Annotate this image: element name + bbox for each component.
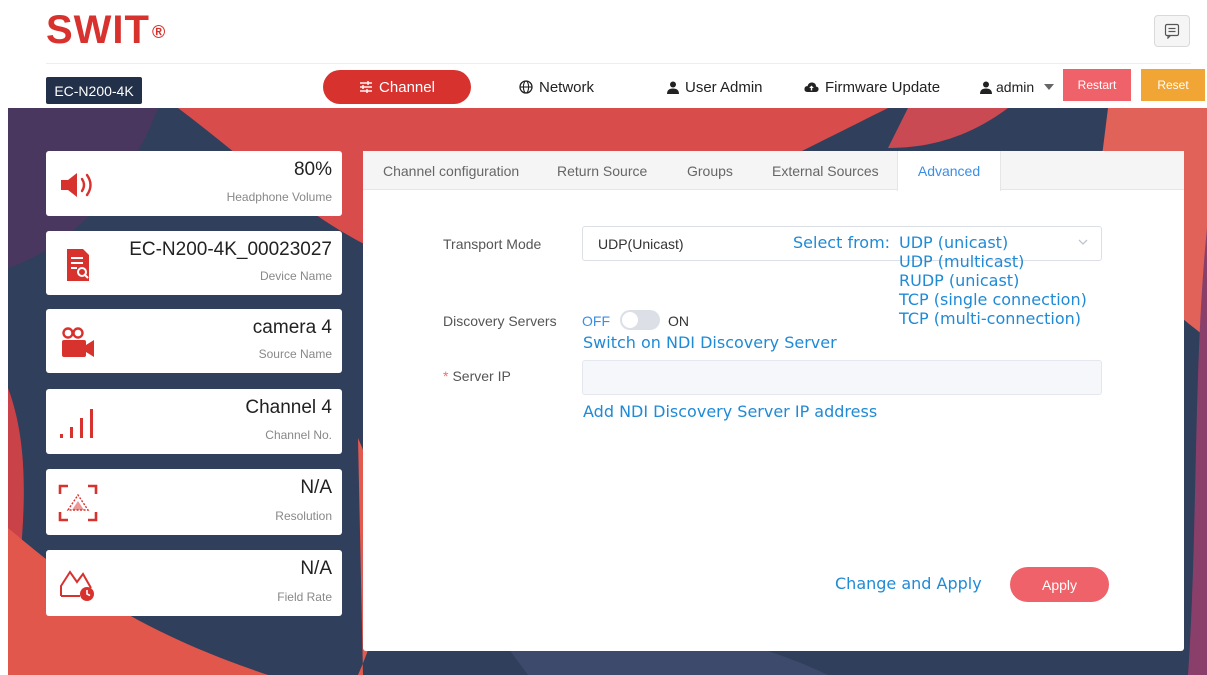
resolution-value: N/A <box>300 477 332 498</box>
logo-text: SWIT <box>46 8 150 52</box>
option-annotation: RUDP (unicast) <box>899 271 1020 290</box>
swit-logo: SWIT ® <box>46 8 166 53</box>
nav-firmware-update[interactable]: Firmware Update <box>804 70 940 104</box>
signal-icon <box>56 403 100 443</box>
admin-dropdown[interactable]: admin <box>980 70 1055 104</box>
settings-panel: Channel configuration Return Source Grou… <box>363 151 1184 651</box>
resolution-icon <box>56 483 100 523</box>
server-ip-label: * Server IP <box>443 368 511 384</box>
camera-icon <box>56 323 100 363</box>
device-model-badge: EC-N200-4K <box>46 77 142 104</box>
select-from-annotation: Select from: <box>793 233 891 252</box>
device-name-card: EC-N200-4K_00023027 Device Name <box>46 231 342 295</box>
sliders-icon <box>360 81 373 93</box>
nav-network-label: Network <box>539 78 595 96</box>
tab-advanced[interactable]: Advanced <box>897 151 1001 191</box>
headphone-volume-value: 80% <box>293 159 332 180</box>
reset-button[interactable]: Reset <box>1141 69 1205 101</box>
add-ip-annotation: Add NDI Discovery Server IP address <box>583 402 878 421</box>
discovery-servers-label: Discovery Servers <box>443 313 557 329</box>
nav-channel-label: Channel <box>379 78 435 96</box>
message-icon <box>1164 23 1180 39</box>
discovery-servers-toggle[interactable] <box>620 310 660 330</box>
tab-channel-configuration[interactable]: Channel configuration <box>383 151 519 190</box>
field-rate-value: N/A <box>300 558 332 579</box>
headphone-volume-card: 80% Headphone Volume <box>46 151 342 216</box>
channel-number-value: Channel 4 <box>245 397 332 418</box>
admin-label: admin <box>996 79 1035 95</box>
field-rate-card: N/A Field Rate <box>46 550 342 616</box>
option-annotation: TCP (multi-connection) <box>899 309 1082 328</box>
device-name-label: Device Name <box>259 269 332 283</box>
transport-mode-value: UDP(Unicast) <box>598 236 684 252</box>
source-name-card: camera 4 Source Name <box>46 309 342 373</box>
restart-button[interactable]: Restart <box>1063 69 1131 101</box>
speaker-icon <box>56 165 100 205</box>
required-asterisk: * <box>443 368 449 384</box>
source-name-label: Source Name <box>258 347 332 361</box>
toggle-knob <box>622 312 638 328</box>
apply-button[interactable]: Apply <box>1010 567 1109 602</box>
transport-mode-label: Transport Mode <box>443 236 542 252</box>
nav-user-admin[interactable]: User Admin <box>667 70 763 104</box>
caret-down-icon <box>1044 84 1055 90</box>
option-annotation: UDP (unicast) <box>899 233 1009 252</box>
channel-number-label: Channel No. <box>265 428 332 442</box>
tab-groups[interactable]: Groups <box>687 151 733 190</box>
message-button[interactable] <box>1154 15 1190 47</box>
toggle-off-label: OFF <box>582 313 610 329</box>
user-icon <box>667 81 679 94</box>
user-icon <box>980 81 992 94</box>
registered-mark: ® <box>151 21 167 42</box>
resolution-card: N/A Resolution <box>46 469 342 535</box>
field-rate-label: Field Rate <box>277 590 332 604</box>
option-annotation: TCP (single connection) <box>899 290 1087 309</box>
headphone-volume-label: Headphone Volume <box>226 190 332 204</box>
field-rate-icon <box>56 564 100 604</box>
nav-firmware-label: Firmware Update <box>825 78 941 96</box>
globe-icon <box>519 80 533 94</box>
change-apply-annotation: Change and Apply <box>835 574 982 593</box>
transport-options-annotation: UDP (unicast) UDP (multicast) RUDP (unic… <box>899 233 1087 328</box>
tab-bar: Channel configuration Return Source Grou… <box>363 151 1184 191</box>
device-icon <box>56 245 100 285</box>
nav-channel[interactable]: Channel <box>323 70 471 104</box>
resolution-label: Resolution <box>275 509 332 523</box>
toggle-on-label: ON <box>668 313 689 329</box>
cloud-upload-icon <box>804 82 819 92</box>
switch-on-annotation: Switch on NDI Discovery Server <box>583 333 837 352</box>
server-ip-label-text: Server IP <box>452 368 511 384</box>
tab-external-sources[interactable]: External Sources <box>772 151 879 190</box>
nav-user-admin-label: User Admin <box>685 78 763 96</box>
option-annotation: UDP (multicast) <box>899 252 1025 271</box>
header-divider <box>46 63 1191 64</box>
server-ip-input[interactable] <box>582 360 1102 395</box>
nav-network[interactable]: Network <box>519 70 594 104</box>
tab-return-source[interactable]: Return Source <box>557 151 647 190</box>
channel-number-card: Channel 4 Channel No. <box>46 389 342 454</box>
source-name-value: camera 4 <box>252 317 332 338</box>
device-name-value: EC-N200-4K_00023027 <box>129 239 332 260</box>
